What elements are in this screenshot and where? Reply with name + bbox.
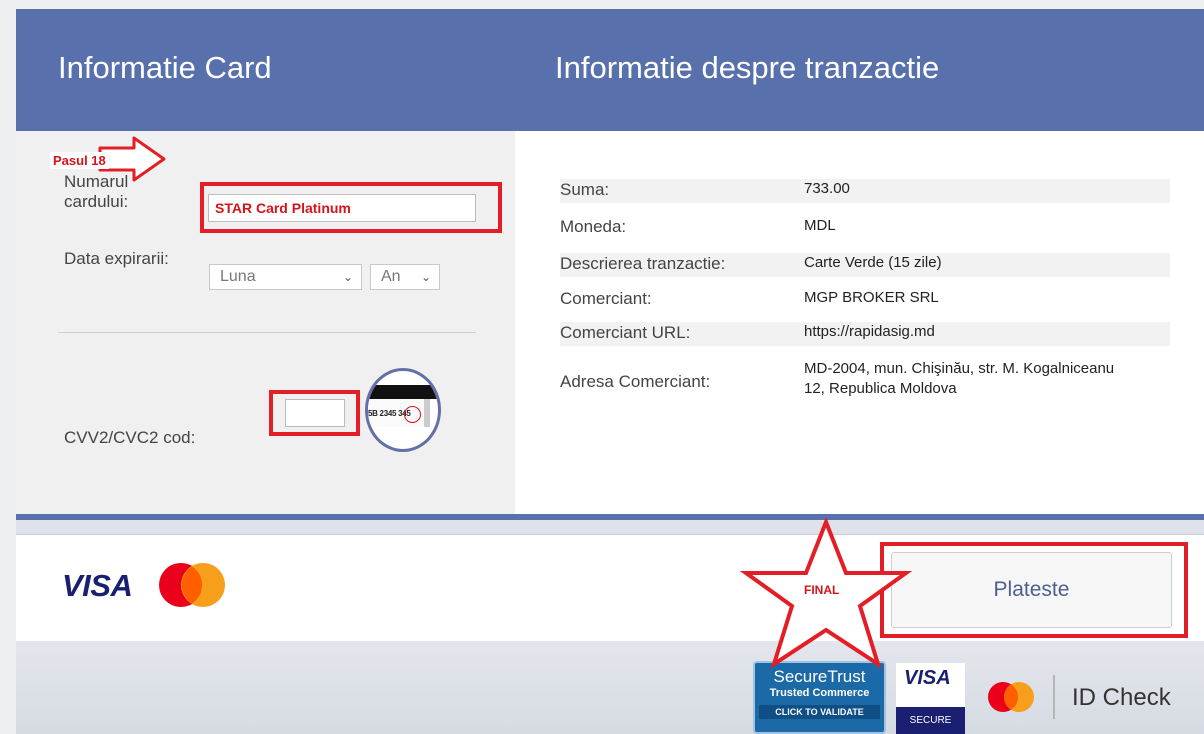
transaction-key: Moneda: [560,217,627,236]
transaction-key: Adresa Comerciant: [560,372,711,391]
visa-secure-label: SECURE [896,707,965,734]
chevron-down-icon: ⌄ [420,270,431,284]
transaction-value: MGP BROKER SRL [804,289,939,306]
step-label: Pasul 18 [50,152,109,169]
chevron-down-icon: ⌄ [342,270,353,284]
transaction-row: Descrierea tranzactie: Carte Verde (15 z… [560,253,1170,277]
cvv-hint-marker [404,406,421,423]
visa-secure-logo: VISA [904,667,951,689]
expiry-year-select[interactable]: An ⌄ [370,264,440,290]
transaction-row: Adresa Comerciant: MD-2004, mun. Chişină… [560,359,1170,405]
annotation-box-pay [880,542,1188,638]
securetrust-badge[interactable]: SecureTrust Trusted Commerce CLICK TO VA… [753,661,886,734]
transaction-info-title: Informatie despre tranzactie [555,50,940,85]
page-top-strip [0,0,1204,9]
visa-logo: VISA [62,568,133,603]
annotation-box-card-number [200,182,502,233]
panel-gap [16,520,1204,534]
annotation-box-cvv [269,390,360,436]
transaction-value: 733.00 [804,180,850,197]
expiry-date-label: Data expirarii: [64,249,169,268]
transaction-key: Comerciant URL: [560,323,691,342]
transaction-row: Suma: 733.00 [560,179,1170,203]
expiry-month-select[interactable]: Luna ⌄ [209,264,362,290]
expiry-month-value: Luna [220,268,256,285]
expiry-year-value: An [381,268,401,285]
final-label: FINAL [804,583,840,597]
securetrust-validate: CLICK TO VALIDATE [759,705,880,719]
id-check-divider [1053,675,1055,719]
securetrust-subtitle: Trusted Commerce [769,687,870,699]
transaction-value: MDL [804,217,836,234]
mastercard-icon [159,563,225,607]
transaction-value: MD-2004, mun. Chişinău, str. M. Kogalnic… [804,360,1115,397]
transaction-value: Carte Verde (15 zile) [804,254,942,271]
form-divider [58,332,476,333]
cvv-label: CVV2/CVC2 cod: [64,428,196,447]
cvv-hint-image: 5B 2345 345 [365,368,441,452]
card-info-title: Informatie Card [58,50,272,85]
transaction-row: Comerciant: MGP BROKER SRL [560,288,1170,312]
id-check-label: ID Check [1072,684,1171,711]
visa-secure-badge: VISA SECURE [896,663,965,734]
transaction-key: Descrierea tranzactie: [560,254,726,273]
transaction-key: Comerciant: [560,289,652,308]
mastercard-icon [988,682,1034,712]
page-left-strip [0,0,16,734]
transaction-value: https://rapidasig.md [804,323,935,340]
transaction-row: Comerciant URL: https://rapidasig.md [560,322,1170,346]
transaction-key: Suma: [560,180,610,199]
transaction-row: Moneda: MDL [560,216,1170,240]
